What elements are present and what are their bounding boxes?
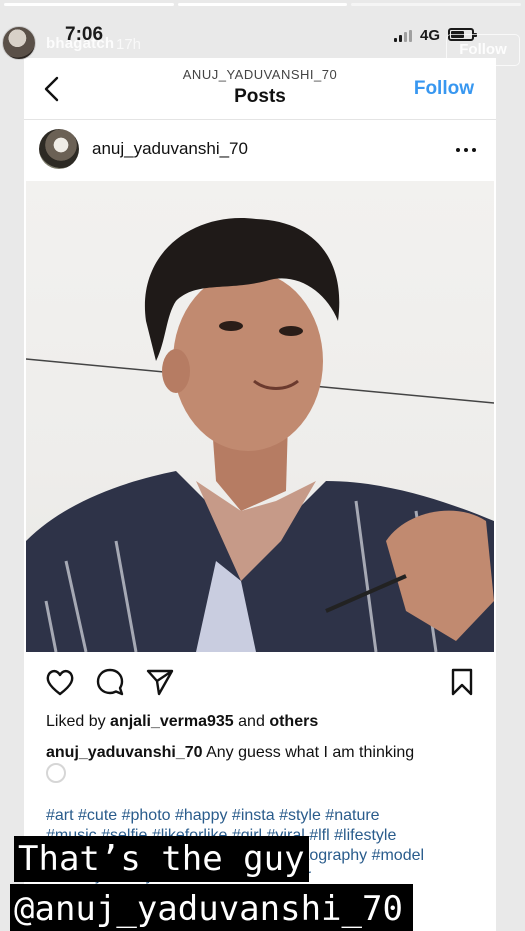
likes-text: Liked by anjali_verma935 and others <box>46 713 318 731</box>
likes-others[interactable]: others <box>269 713 318 730</box>
story-progress-segment <box>177 3 348 6</box>
heart-icon[interactable] <box>44 666 76 698</box>
story-text-sticker: That’s the guy <box>14 836 309 882</box>
caption-text: Any guess what I am thinking <box>206 744 415 761</box>
avatar[interactable] <box>39 129 79 169</box>
emoji-icon <box>46 763 66 783</box>
signal-icon <box>394 30 414 42</box>
likes-and: and <box>238 713 265 730</box>
caption: anuj_yaduvanshi_70 Any guess what I am t… <box>46 742 486 764</box>
more-horizontal-icon[interactable] <box>456 148 476 153</box>
send-icon[interactable] <box>144 666 176 698</box>
top-nav: ANUJ_YADUVANSHI_70 Posts Follow <box>24 58 496 120</box>
caption-username[interactable]: anuj_yaduvanshi_70 <box>46 744 203 761</box>
likes-user[interactable]: anjali_verma935 <box>110 713 234 730</box>
story-progress <box>4 3 522 6</box>
story-follow-button[interactable]: Follow <box>446 34 520 66</box>
network-type: 4G <box>420 27 441 44</box>
story-avatar[interactable] <box>2 26 36 60</box>
follow-button[interactable]: Follow <box>414 78 474 100</box>
story-progress-segment <box>351 3 522 6</box>
likes-prefix: Liked by <box>46 713 106 730</box>
post-username[interactable]: anuj_yaduvanshi_70 <box>92 139 248 159</box>
post-screenshot-card: ANUJ_YADUVANSHI_70 Posts Follow anuj_yad… <box>24 58 496 931</box>
post-photo[interactable] <box>26 181 494 652</box>
hashtags-line[interactable]: #art #cute #photo #happy #insta #style #… <box>46 806 486 826</box>
post-actions <box>24 662 496 702</box>
status-time: 7:06 <box>65 24 104 45</box>
status-bar: bhagatch 17h 7:06 4G Follow <box>0 14 525 66</box>
story-mention-sticker[interactable]: @anuj_yaduvanshi_70 <box>10 884 413 931</box>
comment-icon[interactable] <box>94 666 126 698</box>
post-header: anuj_yaduvanshi_70 <box>24 120 496 178</box>
story-progress-segment <box>4 3 174 6</box>
story-age: 17h <box>116 36 142 53</box>
post-photo-illustration <box>26 217 494 652</box>
bookmark-icon[interactable] <box>446 666 478 698</box>
